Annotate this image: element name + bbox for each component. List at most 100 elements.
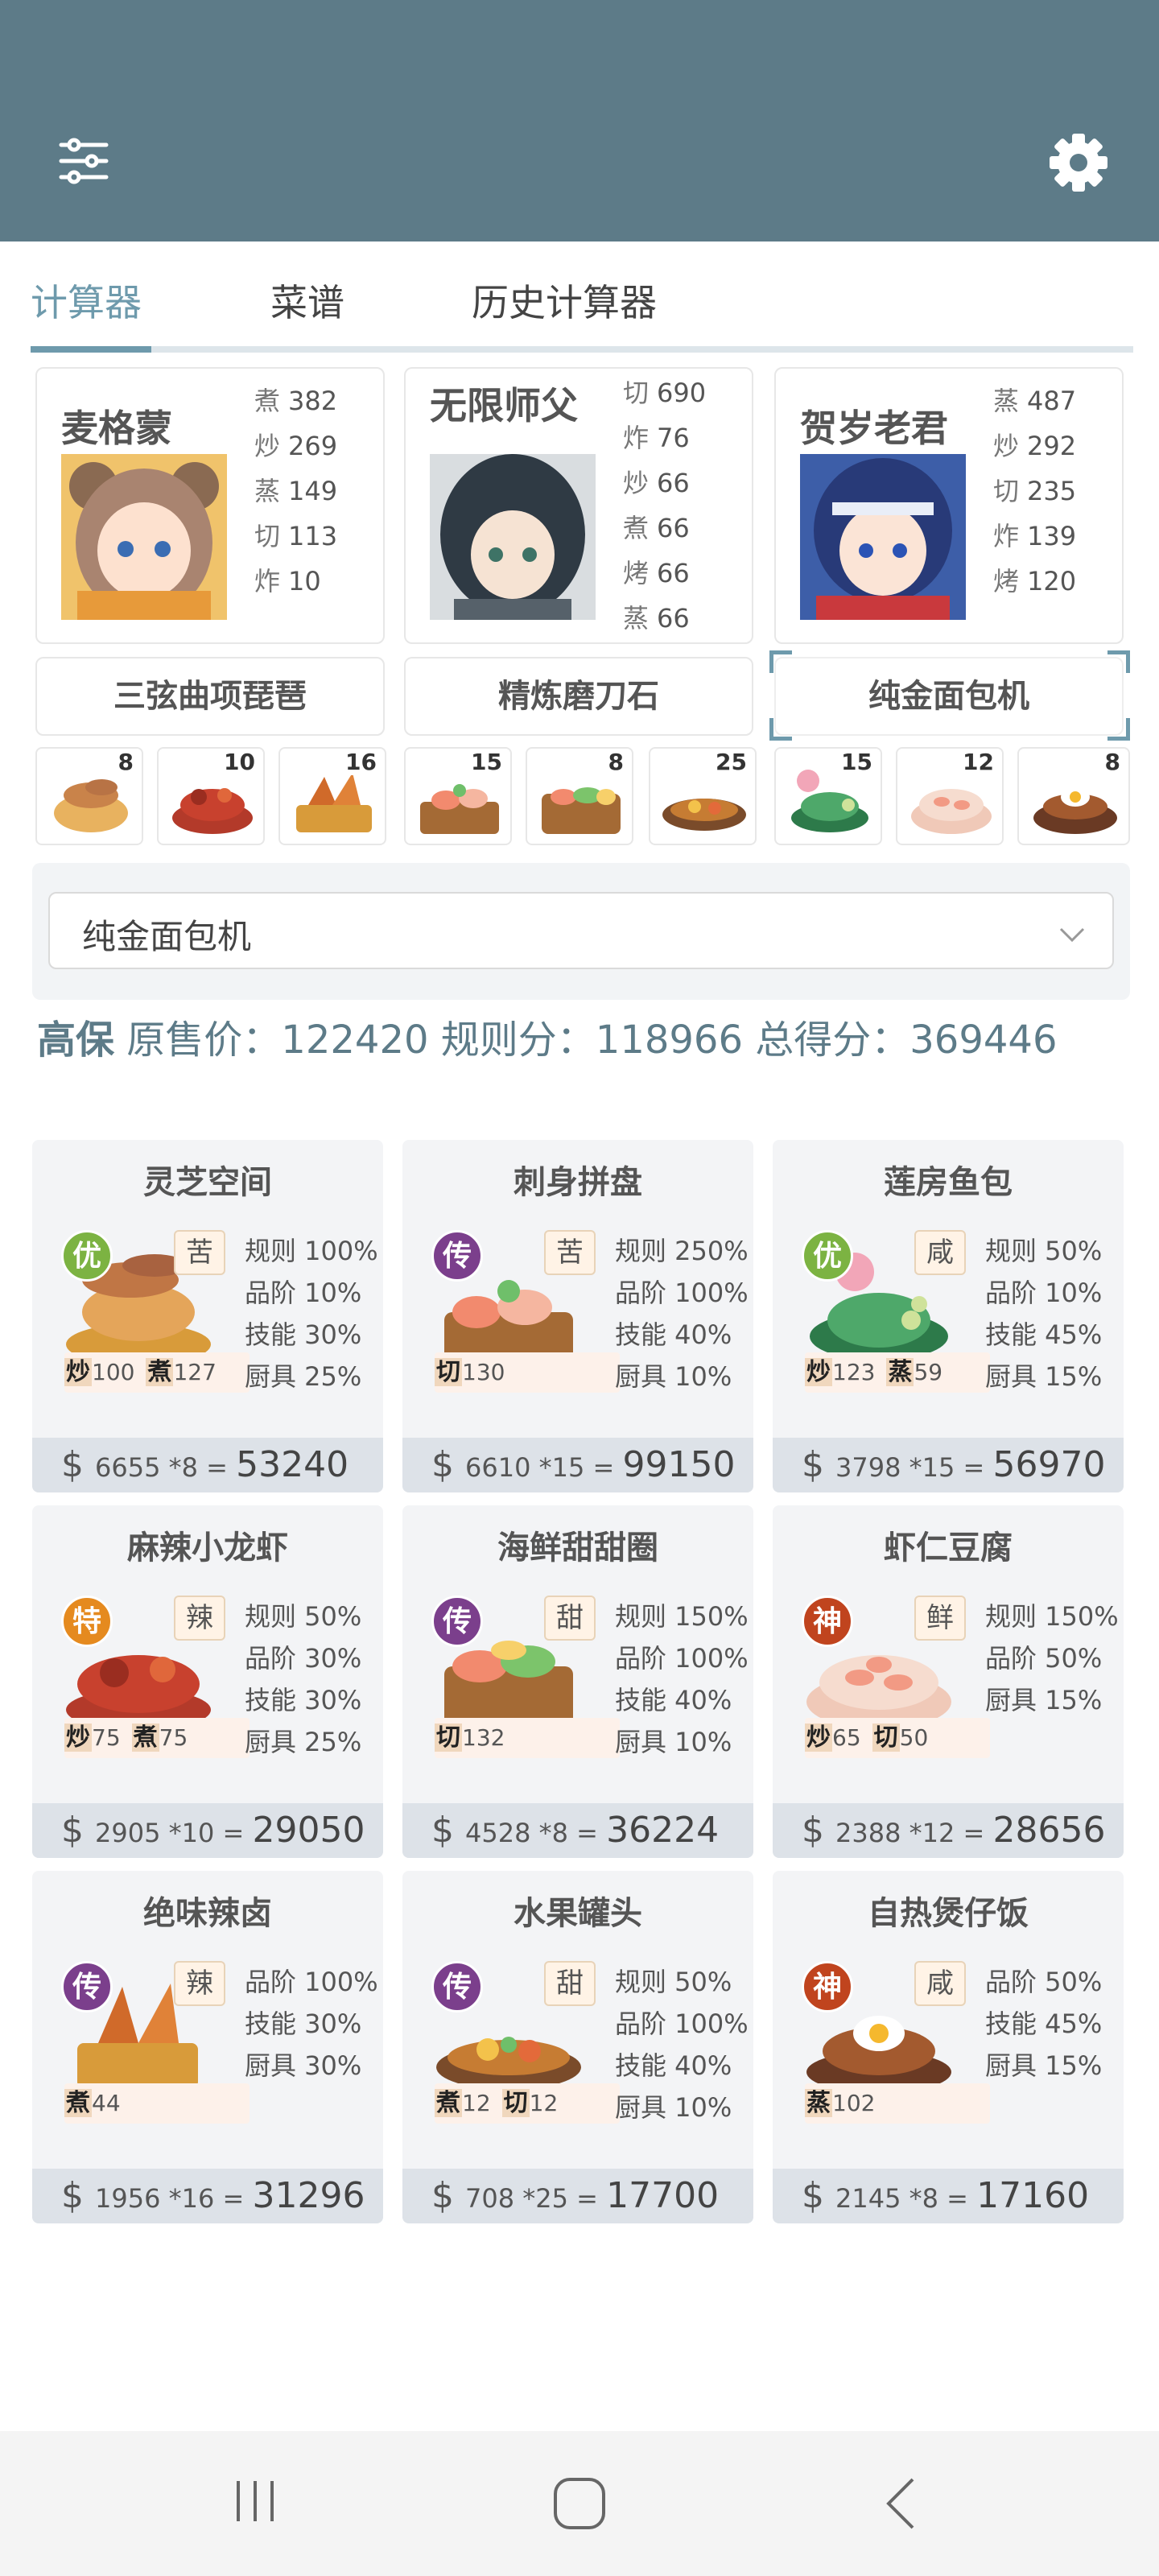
tab-history-calculator[interactable]: 历史计算器 (472, 274, 657, 327)
chef-stat-row: 切 113 (254, 521, 338, 551)
chef-card[interactable]: 贺岁老君 蒸 487 炒 292 切 235 炸 139 烤 120 (774, 367, 1124, 644)
bonus-line: 规则 50% (985, 1236, 1103, 1266)
chef-portrait (430, 454, 596, 620)
skill-requirements: 蒸102 (805, 2083, 990, 2124)
dish-thumb[interactable]: 8 (526, 747, 633, 845)
price-row: $ 708 *25 = 17700 (402, 2169, 753, 2223)
bonus-line: 技能 40% (615, 1685, 732, 1715)
equipment-slot[interactable]: 精炼磨刀石 (404, 657, 753, 736)
chef-stat-row: 蒸 149 (254, 476, 338, 506)
price-total: 56970 (992, 1444, 1106, 1485)
skill-requirement: 切50 (872, 1724, 929, 1752)
flavor-tag: 鲜 (914, 1596, 966, 1641)
sliders-icon[interactable] (58, 135, 109, 187)
price-formula: 2145 *8 = (835, 2183, 977, 2214)
bonus-line: 厨具 25% (245, 1361, 362, 1392)
bonus-line: 厨具 15% (985, 1685, 1103, 1715)
currency-symbol: $ (61, 1444, 95, 1485)
chef-stat-row: 炸 139 (993, 521, 1077, 551)
bonus-line: 规则 150% (615, 1601, 749, 1632)
bonus-line: 品阶 100% (615, 2008, 749, 2039)
dish-count: 10 (219, 749, 260, 775)
skill-requirement: 炒100 (64, 1358, 135, 1386)
recipe-bonuses: 规则 50% 品阶 10% 技能 45% 厨具 15% (985, 1230, 1102, 1397)
back-icon[interactable] (877, 2473, 926, 2534)
chef-card[interactable]: 麦格蒙 煮 382 炒 269 蒸 149 切 113 炸 10 (35, 367, 385, 644)
dish-thumb[interactable]: 12 (896, 747, 1004, 845)
bonus-line: 厨具 15% (985, 2050, 1103, 2081)
rarity-badge: 优 (802, 1230, 853, 1282)
price-total: 17700 (606, 2175, 720, 2216)
flavor-tag: 甜 (544, 1596, 596, 1641)
dish-thumb[interactable]: 8 (35, 747, 143, 845)
equipment-select[interactable]: 纯金面包机 (48, 892, 1114, 969)
skill-requirements: 切132 (435, 1718, 620, 1758)
currency-symbol: $ (802, 1810, 835, 1851)
dish-thumb[interactable]: 15 (774, 747, 882, 845)
summary-text: 原售价：122420 规则分：118966 总得分：369446 (126, 1018, 1058, 1063)
price-row: $ 6655 *8 = 53240 (32, 1438, 383, 1492)
tab-bar: 计算器 菜谱 历史计算器 (0, 242, 1159, 354)
currency-symbol: $ (431, 1810, 465, 1851)
recipe-card[interactable]: 莲房鱼包优 咸炒123 蒸59 规则 50% 品阶 10% 技能 45% 厨具 15% $ 3… (773, 1140, 1124, 1492)
dish-count: 15 (466, 749, 507, 775)
dish-count: 8 (603, 749, 629, 775)
equipment-slot[interactable]: 三弦曲项琵琶 (35, 657, 385, 736)
recipe-card[interactable]: 自热煲仔饭神 咸蒸102 品阶 50% 技能 45% 厨具 15% $ 2145 *8 =… (773, 1871, 1124, 2223)
chef-portrait (61, 454, 227, 620)
recipe-bonuses: 品阶 50% 技能 45% 厨具 15% (985, 1961, 1102, 2087)
chef-stat-row: 蒸 66 (623, 603, 690, 634)
recipe-name: 绝味辣卤 (143, 1895, 272, 1932)
chef-stat-row: 炸 76 (623, 423, 690, 453)
price-row: $ 3798 *15 = 56970 (773, 1438, 1124, 1492)
price-total: 53240 (236, 1444, 349, 1485)
price-row: $ 2145 *8 = 17160 (773, 2169, 1124, 2223)
gear-icon[interactable] (1046, 130, 1111, 195)
selection-corner (769, 718, 792, 741)
recipe-card[interactable]: 刺身拼盘传 苦切130 规则 250% 品阶 100% 技能 40% 厨具 10% $ 66… (402, 1140, 753, 1492)
skill-requirement: 炒75 (64, 1724, 121, 1752)
flavor-tag: 苦 (544, 1230, 596, 1275)
home-icon[interactable] (549, 2473, 610, 2534)
tab-recipes[interactable]: 菜谱 (270, 274, 344, 327)
chef-card[interactable]: 无限师父 切 690 炸 76 炒 66 煮 66 烤 66 蒸 66 (404, 367, 753, 644)
recipe-card[interactable]: 绝味辣卤传 辣煮44 品阶 100% 技能 30% 厨具 30% $ 1956 *16 =… (32, 1871, 383, 2223)
skill-requirements: 炒75 煮75 (64, 1718, 250, 1758)
skill-requirements: 煮12 切12 (435, 2083, 620, 2124)
dish-thumb[interactable]: 25 (649, 747, 757, 845)
equipment-slot-selected[interactable]: 纯金面包机 (774, 657, 1124, 736)
recipe-name: 莲房鱼包 (884, 1164, 1013, 1201)
recipe-bonuses: 规则 50% 品阶 100% 技能 40% 厨具 10% (615, 1961, 749, 2128)
dish-thumb[interactable]: 15 (404, 747, 512, 845)
dish-thumb[interactable]: 10 (157, 747, 265, 845)
bonus-line: 技能 40% (615, 1319, 732, 1350)
bonus-line: 厨具 25% (245, 1727, 362, 1757)
skill-requirements: 炒100 煮127 (64, 1352, 250, 1393)
dish-thumb[interactable]: 8 (1017, 747, 1130, 845)
selection-corner (1107, 718, 1130, 741)
recipe-card[interactable]: 麻辣小龙虾特 辣炒75 煮75 规则 50% 品阶 30% 技能 30% 厨具 25% $ 2… (32, 1505, 383, 1858)
bonus-line: 品阶 100% (615, 1643, 749, 1674)
chef-stat-row: 切 235 (993, 476, 1077, 506)
price-total: 29050 (252, 1810, 365, 1851)
recipe-card[interactable]: 灵芝空间优 苦炒100 煮127 规则 100% 品阶 10% 技能 30% 厨具 25% $… (32, 1140, 383, 1492)
price-row: $ 4528 *8 = 36224 (402, 1803, 753, 1858)
bonus-line: 规则 150% (985, 1601, 1119, 1632)
recipe-card[interactable]: 虾仁豆腐神 鲜炒65 切50 规则 150% 品阶 50% 厨具 15% $ 2388 *1… (773, 1505, 1124, 1858)
bonus-line: 品阶 100% (245, 1967, 378, 1997)
bonus-line: 厨具 30% (245, 2050, 362, 2081)
dish-thumb[interactable]: 16 (278, 747, 386, 845)
skill-requirement: 蒸102 (805, 2089, 876, 2117)
skill-requirements: 炒65 切50 (805, 1718, 990, 1758)
chef-stats: 煮 382 炒 269 蒸 149 切 113 炸 10 (254, 378, 337, 604)
recipe-card[interactable]: 水果罐头传 甜煮12 切12 规则 50% 品阶 100% 技能 40% 厨具 10% $ 7… (402, 1871, 753, 2223)
bonus-line: 厨具 10% (615, 2092, 732, 2123)
skill-requirement: 煮127 (146, 1358, 217, 1386)
bonus-line: 品阶 100% (615, 1278, 749, 1308)
bonus-line: 技能 30% (245, 1319, 362, 1350)
tab-calculator[interactable]: 计算器 (31, 274, 142, 327)
recipe-card[interactable]: 海鲜甜甜圈传 甜切132 规则 150% 品阶 100% 技能 40% 厨具 10% $ 4… (402, 1505, 753, 1858)
recent-apps-icon[interactable] (227, 2473, 283, 2529)
skill-requirements: 煮44 (64, 2083, 250, 2124)
recipe-bonuses: 规则 100% 品阶 10% 技能 30% 厨具 25% (245, 1230, 378, 1397)
